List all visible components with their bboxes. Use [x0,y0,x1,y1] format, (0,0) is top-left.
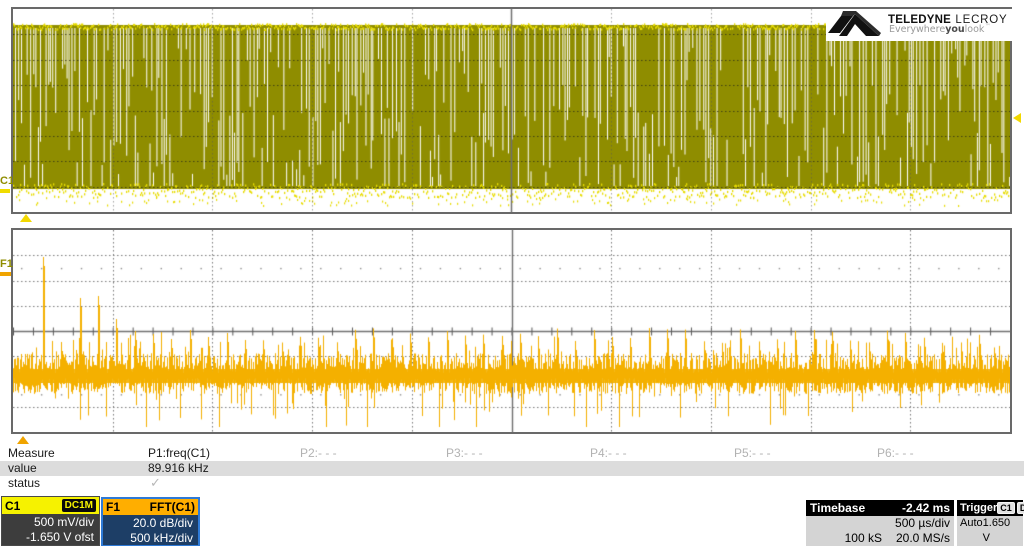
f1-descriptor-box[interactable]: F1 FFT(C1) 20.0 dB/div 500 kHz/div [101,497,200,546]
c1-name: C1 [5,499,20,513]
value-row-title: value [8,461,37,475]
measure-p5[interactable]: P5:- - - [734,446,771,460]
p1-value: 89.916 kHz [148,461,209,475]
logo-tagline: Everywhereyoulook™ [889,23,990,35]
f1-function: FFT(C1) [150,500,195,514]
timebase-samples: 100 kS [845,531,882,546]
f1-descriptor-body: 20.0 dB/div 500 kHz/div [103,515,198,545]
trigger-mode: Auto [960,516,983,546]
measure-p4[interactable]: P4:- - - [590,446,627,460]
measure-p1[interactable]: P1:freq(C1) [148,446,210,460]
c1-offset: -1.650 V ofst [2,530,94,545]
f1-descriptor-header: F1 FFT(C1) [103,499,198,515]
trigger-coupling-badge: DC [1017,502,1024,514]
c1-zero-marker[interactable] [0,189,10,193]
trigger-body: Auto 1.650 V Edge Positive [957,516,1023,546]
f1-name: F1 [106,500,120,514]
f1-position-marker[interactable] [17,436,29,444]
c1-coupling-badge: DC1M [62,499,96,512]
c1-descriptor-box[interactable]: C1 DC1M 500 mV/div -1.650 V ofst [2,497,99,545]
f1-fft-canvas [13,230,1010,432]
p1-status-check-icon: ✓ [150,476,161,491]
timebase-title: Timebase [810,501,865,515]
timebase-header: Timebase -2.42 ms [806,500,954,516]
trigger-level-marker[interactable] [1013,113,1021,123]
c1-vscale: 500 mV/div [2,515,94,530]
measure-status-row: status ✓ [0,476,1024,492]
trigger-source-badge: C1 [997,502,1015,514]
measure-p2[interactable]: P2:- - - [300,446,337,460]
f1-grid [11,228,1012,434]
status-row-title: status [8,476,40,490]
f1-hscale: 500 kHz/div [103,531,193,546]
timebase-body: 500 µs/div 100 kS 20.0 MS/s [806,516,954,546]
timebase-box[interactable]: Timebase -2.42 ms 500 µs/div 100 kS 20.0… [806,500,954,545]
trigger-time-marker[interactable] [20,214,32,222]
c1-descriptor-header: C1 DC1M [2,497,99,514]
trigger-level: 1.650 V [983,516,1020,546]
measure-value-row: value 89.916 kHz [0,461,1024,476]
timebase-rate: 20.0 MS/s [896,531,950,546]
teledyne-lecroy-logo: TELEDYNE LECROY Everywhereyoulook™ [826,9,1023,41]
c1-descriptor-body: 500 mV/div -1.650 V ofst [2,514,99,546]
trigger-title: Trigger [960,502,997,514]
f1-zero-marker[interactable] [0,272,11,276]
trigger-header: Trigger C1 DC [957,500,1023,516]
measure-p3[interactable]: P3:- - - [446,446,483,460]
teledyne-arrows-icon [826,11,884,43]
timebase-scale: 500 µs/div [895,516,950,531]
measure-label-row: Measure P1:freq(C1) P2:- - - P3:- - - P4… [0,446,1024,461]
timebase-delay: -2.42 ms [902,501,950,515]
measure-p6[interactable]: P6:- - - [877,446,914,460]
measure-row-title: Measure [8,446,55,460]
trigger-box[interactable]: Trigger C1 DC Auto 1.650 V Edge Positive [957,500,1023,545]
oscilloscope-screen: C1 F1 TELEDYNE LECROY Everywhereyoulook™… [0,0,1024,547]
f1-trace-label: F1 [0,258,13,270]
f1-vscale: 20.0 dB/div [103,516,193,531]
c1-trace-label: C1 [0,175,14,187]
